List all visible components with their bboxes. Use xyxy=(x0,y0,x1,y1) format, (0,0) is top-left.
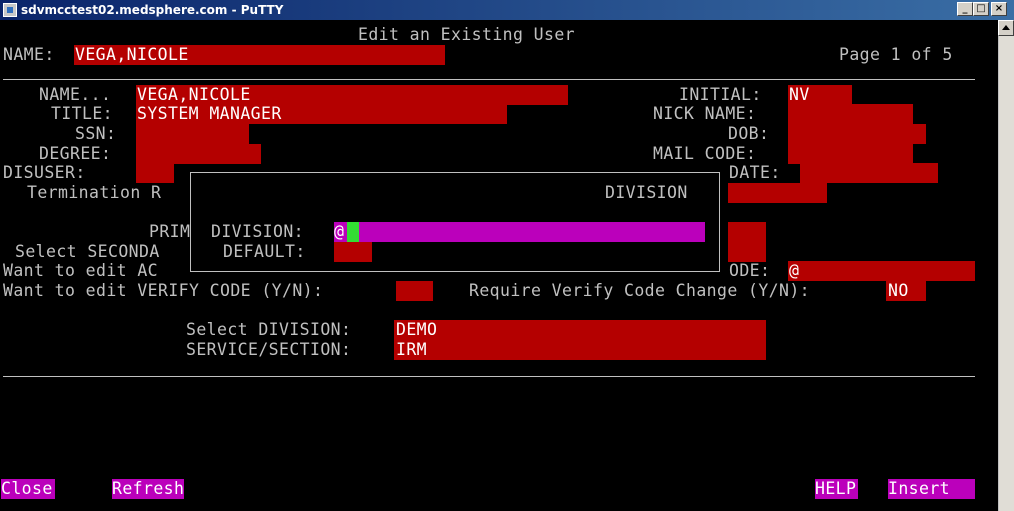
want-edit-access-label-fragment: Want to edit AC xyxy=(3,261,159,280)
prim-field[interactable] xyxy=(728,222,766,242)
prim-label-fragment: PRIM xyxy=(149,222,191,241)
select-secondary-label-fragment: Select SECONDA xyxy=(15,242,160,261)
title-label: TITLE: xyxy=(51,104,114,123)
close-window-button[interactable]: × xyxy=(991,2,1007,16)
ssn-label: SSN: xyxy=(75,124,117,143)
date-label-fragment: DATE: xyxy=(729,163,781,182)
footer-divider xyxy=(3,376,975,377)
service-section-value: IRM xyxy=(396,340,428,359)
name-label: NAME... xyxy=(39,85,112,104)
name-value: VEGA,NICOLE xyxy=(137,85,251,104)
service-section-label: SERVICE/SECTION: xyxy=(186,340,352,359)
termination-label-fragment: Termination R xyxy=(27,183,162,202)
degree-field[interactable] xyxy=(136,144,261,164)
select-division-value: DEMO xyxy=(396,320,438,339)
header-name-label: NAME: xyxy=(3,45,55,64)
select-division-field[interactable] xyxy=(394,320,766,340)
secondary-field[interactable] xyxy=(728,242,766,262)
popup-division-value: @ xyxy=(334,222,345,241)
minimize-button[interactable]: _ xyxy=(957,2,973,16)
refresh-key[interactable]: Refresh xyxy=(112,479,185,499)
disuser-label: DISUSER: xyxy=(3,163,86,182)
disuser-field[interactable] xyxy=(136,163,174,183)
dob-label: DOB: xyxy=(728,124,770,143)
text-cursor xyxy=(347,222,359,242)
initial-label: INITIAL: xyxy=(679,85,762,104)
window-title: sdvmcctest02.medsphere.com - PuTTY xyxy=(21,3,284,17)
initial-value: NV xyxy=(789,85,810,104)
date-field[interactable] xyxy=(800,163,938,183)
header-divider xyxy=(3,79,975,80)
ssn-field[interactable] xyxy=(136,124,249,144)
help-key[interactable]: HELP xyxy=(815,479,859,499)
maximize-button[interactable]: □ xyxy=(973,2,989,16)
screen-title: Edit an Existing User xyxy=(358,25,576,44)
code-label-fragment: ODE: xyxy=(729,261,771,280)
mailcode-field[interactable] xyxy=(788,144,913,164)
mailcode-label: MAIL CODE: xyxy=(653,144,757,163)
nickname-field[interactable] xyxy=(788,104,913,124)
header-name-value: VEGA,NICOLE xyxy=(75,45,189,64)
degree-label: DEGREE: xyxy=(39,144,112,163)
popup-default-field[interactable] xyxy=(334,242,372,262)
window-title-bar: sdvmcctest02.medsphere.com - PuTTY _ □ × xyxy=(0,0,1014,20)
termination-field[interactable] xyxy=(728,183,827,203)
service-section-field[interactable] xyxy=(394,340,766,360)
access-code-value: @ xyxy=(789,261,800,280)
access-code-field[interactable] xyxy=(788,261,975,281)
popup-title: DIVISION xyxy=(605,183,688,202)
putty-app-icon[interactable] xyxy=(3,3,17,17)
verify-code-field[interactable] xyxy=(396,281,433,301)
require-verify-value: NO xyxy=(888,281,909,300)
select-division-label: Select DIVISION: xyxy=(186,320,352,339)
vertical-scrollbar[interactable] xyxy=(998,20,1014,511)
title-value: SYSTEM MANAGER xyxy=(137,104,282,123)
page-indicator: Page 1 of 5 xyxy=(839,45,953,64)
dob-field[interactable] xyxy=(788,124,926,144)
scroll-up-arrow-icon[interactable] xyxy=(998,20,1014,36)
popup-division-label: DIVISION: xyxy=(211,222,305,241)
require-verify-label: Require Verify Code Change (Y/N): xyxy=(469,281,811,300)
insert-key[interactable]: Insert xyxy=(888,479,975,499)
close-key[interactable]: Close xyxy=(1,479,55,499)
popup-division-field[interactable] xyxy=(334,222,705,242)
nickname-label: NICK NAME: xyxy=(653,104,757,123)
popup-default-label: DEFAULT: xyxy=(223,242,306,261)
verify-code-label: Want to edit VERIFY CODE (Y/N): xyxy=(3,281,324,300)
